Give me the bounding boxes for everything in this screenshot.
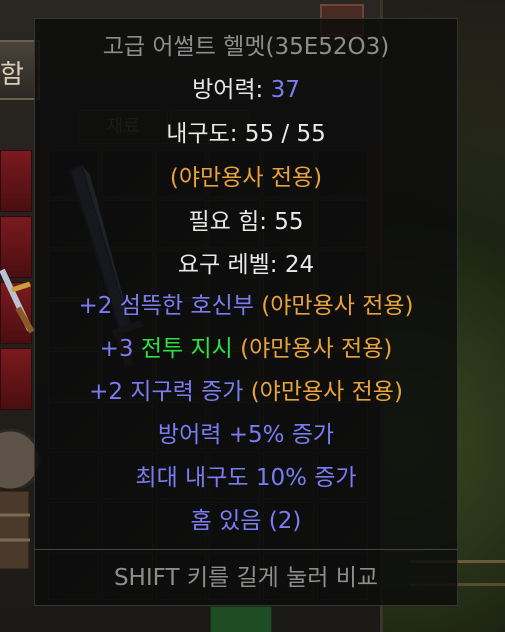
skill-mod-class-tag: (야만용사 전용) (232, 336, 393, 362)
skill-tree-name: 전투 지시 (140, 336, 233, 362)
required-level: 요구 레벨: 24 (177, 252, 315, 278)
item-durability: 내구도: 55 / 55 (166, 121, 326, 147)
equipment-slot[interactable] (0, 150, 32, 212)
compare-hint: SHIFT 키를 길게 눌러 비교 (113, 565, 379, 591)
skill-mod-bonus: +2 섬뜩한 호신부 (78, 293, 262, 319)
panel-header-label: 함 (0, 60, 24, 90)
skill-mod-3: +2 지구력 증가 (야만용사 전용) (35, 376, 457, 408)
skill-mod-2: +3 전투 지시 (야만용사 전용) (35, 333, 457, 365)
skill-mod-bonus: +2 지구력 증가 (89, 379, 251, 405)
skill-mod-bonus: +3 (99, 336, 141, 362)
skill-mod-class-tag: (야만용사 전용) (250, 379, 403, 405)
game-screen: 함 재료 (0, 0, 505, 632)
defense-value: 37 (270, 77, 300, 103)
inventory-cell-highlight[interactable] (210, 606, 272, 632)
mod-max-durability: 최대 내구도 10% 증가 (135, 465, 357, 491)
required-strength: 필요 힘: 55 (188, 209, 304, 235)
class-restriction: (야만용사 전용) (169, 165, 323, 191)
skill-mod-class-tag: (야만용사 전용) (261, 293, 414, 319)
defense-label: 방어력: (192, 77, 271, 103)
item-tooltip: 고급 어썰트 헬멧(35E52O3) 방어력: 37 내구도: 55 / 55 … (34, 18, 458, 606)
mod-defense-percent: 방어력 +5% 증가 (157, 422, 335, 448)
tooltip-divider (35, 549, 457, 550)
skill-mod-1: +2 섬뜩한 호신부 (야만용사 전용) (35, 290, 457, 322)
item-defense: 방어력: 37 (35, 74, 457, 106)
item-name: 고급 어썰트 헬멧(35E52O3) (102, 34, 390, 60)
socket-count: 홈 있음 (2) (190, 508, 302, 534)
equipment-slot[interactable] (0, 348, 32, 410)
